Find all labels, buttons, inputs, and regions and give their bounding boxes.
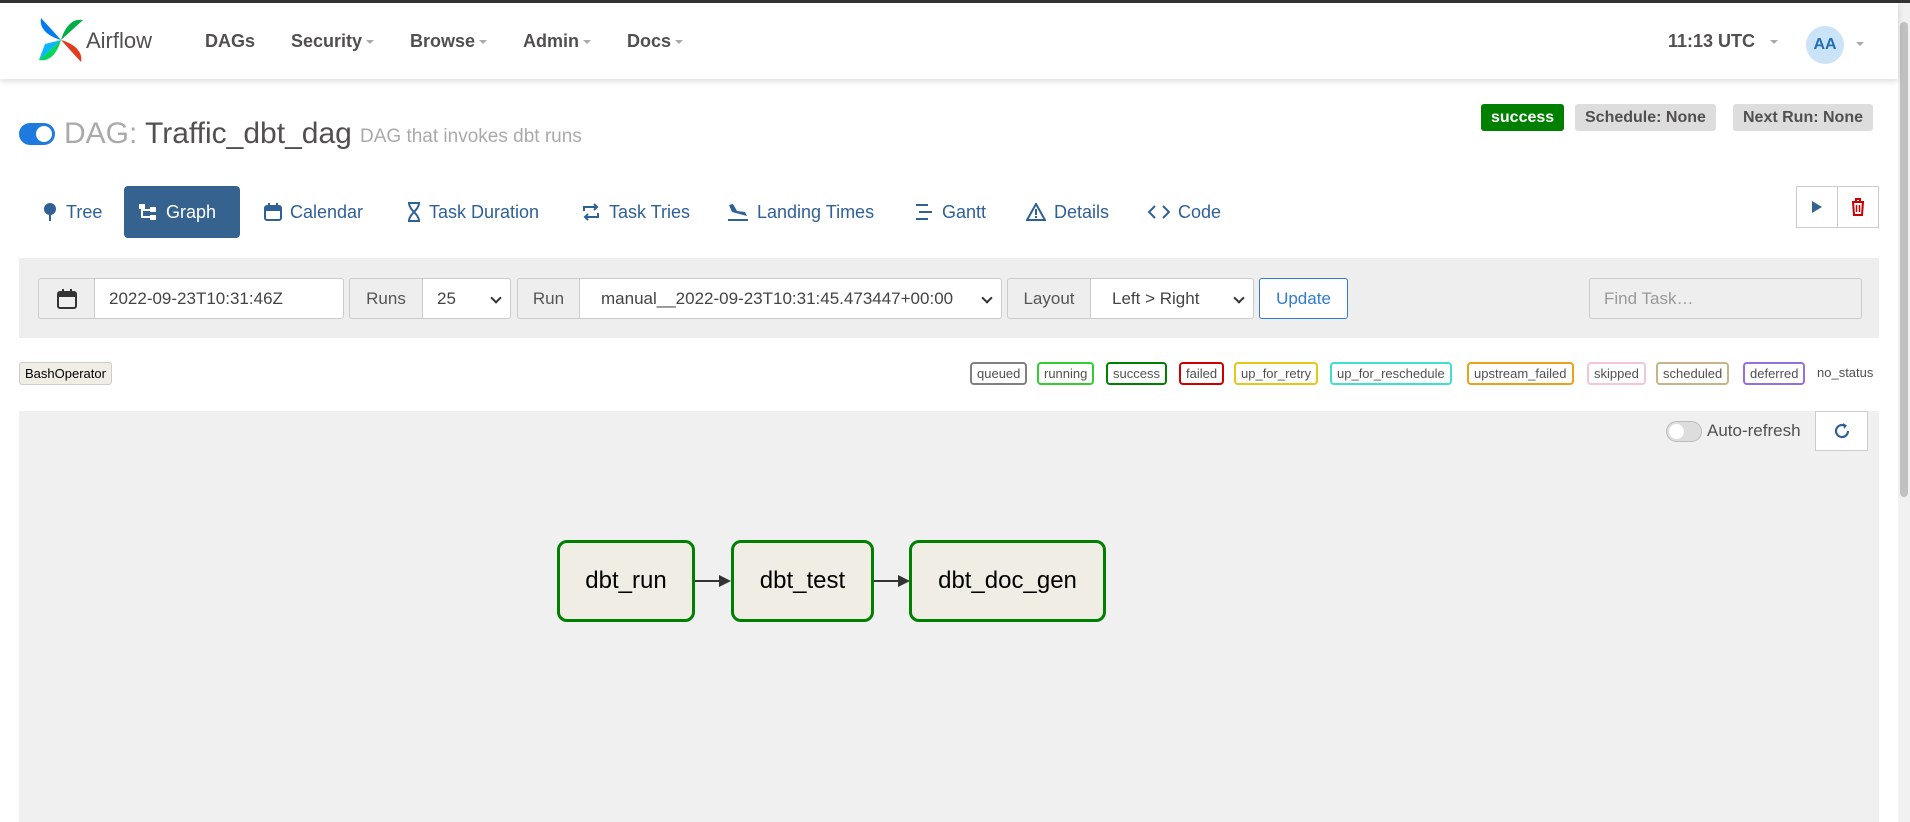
chevron-down-icon (1770, 40, 1779, 45)
navbar: Airflow DAGs Security Browse Admin Docs … (0, 3, 1898, 79)
tab-tree-label: Tree (66, 201, 103, 222)
dag-pause-toggle[interactable] (19, 123, 55, 145)
chevron-down-icon (490, 292, 502, 304)
state-legend-queued[interactable]: queued (970, 362, 1028, 385)
runs-label: Runs (349, 278, 423, 319)
tab-task-tries-label: Task Tries (609, 201, 691, 222)
tab-task-tries[interactable]: Task Tries (567, 186, 704, 238)
state-legend-no-status[interactable]: no_status (1817, 365, 1873, 380)
play-icon (1812, 201, 1822, 213)
nav-admin-label: Admin (523, 31, 579, 51)
tab-code-label: Code (1178, 201, 1222, 222)
chevron-down-icon (675, 40, 684, 45)
state-legend-running[interactable]: running (1037, 362, 1095, 385)
dag-description: DAG that invokes dbt runs (360, 126, 582, 147)
chevron-down-icon (981, 292, 993, 304)
layout-label: Layout (1007, 278, 1091, 319)
nav-admin[interactable]: Admin (523, 31, 591, 52)
tab-details[interactable]: Details (1012, 186, 1123, 238)
chevron-down-icon (366, 40, 375, 45)
tab-calendar[interactable]: Calendar (250, 186, 377, 238)
chevron-down-icon[interactable] (1856, 42, 1864, 46)
task-node-dbt-doc-gen[interactable]: dbt_doc_gen (909, 540, 1106, 622)
arrowhead-icon (719, 575, 731, 587)
run-label: Run (517, 278, 580, 319)
repeat-icon (583, 203, 599, 221)
base-date-picker-button[interactable] (38, 278, 95, 319)
plane-landing-icon (728, 204, 748, 221)
state-legend-upstream-failed[interactable]: upstream_failed (1467, 362, 1574, 385)
dag-status-badge[interactable]: success (1481, 104, 1565, 131)
airflow-pinwheel-logo[interactable] (37, 16, 85, 64)
calendar-icon (56, 288, 77, 309)
scrollbar-thumb[interactable] (1900, 22, 1908, 497)
nav-docs-label: Docs (627, 31, 672, 51)
chevron-down-icon (479, 40, 488, 45)
gantt-icon (916, 204, 932, 220)
nav-security[interactable]: Security (291, 31, 375, 52)
next-run-badge: Next Run: None (1733, 104, 1873, 131)
dag-title: Traffic_dbt_dag (145, 117, 352, 150)
brand-name[interactable]: Airflow (86, 28, 152, 54)
tab-details-label: Details (1054, 201, 1110, 222)
nav-security-label: Security (291, 31, 363, 51)
state-legend-up-for-retry[interactable]: up_for_retry (1234, 362, 1319, 385)
tab-code[interactable]: Code (1134, 186, 1235, 238)
tab-graph-label: Graph (166, 201, 217, 222)
tab-calendar-label: Calendar (290, 201, 364, 222)
trigger-dag-button[interactable] (1796, 186, 1838, 228)
schedule-badge: Schedule: None (1575, 104, 1716, 131)
runs-select[interactable]: 25 (422, 278, 511, 319)
trash-icon (1852, 198, 1864, 216)
layout-select-value: Left > Right (1112, 288, 1200, 308)
state-legend-success[interactable]: success (1106, 362, 1167, 385)
dag-prefix: DAG: (64, 117, 138, 150)
refresh-button[interactable] (1815, 411, 1868, 451)
auto-refresh-toggle[interactable] (1666, 421, 1702, 442)
base-date-input[interactable]: 2022-09-23T10:31:46Z (94, 278, 344, 319)
tree-icon (44, 203, 56, 221)
refresh-icon (1834, 423, 1849, 439)
edge-dbt-run-to-dbt-test (695, 580, 721, 582)
tab-gantt-label: Gantt (942, 201, 987, 222)
nav-browse[interactable]: Browse (410, 31, 488, 52)
code-icon (1148, 205, 1170, 219)
state-legend-deferred[interactable]: deferred (1743, 362, 1806, 385)
state-legend-skipped[interactable]: skipped (1587, 362, 1646, 385)
nav-docs[interactable]: Docs (627, 31, 684, 52)
run-select-value: manual__2022-09-23T10:31:45.473447+00:00 (601, 288, 954, 308)
edge-dbt-test-to-dbt-doc-gen (874, 580, 900, 582)
state-legend-failed[interactable]: failed (1179, 362, 1225, 385)
find-task-input[interactable]: Find Task… (1589, 278, 1862, 319)
runs-select-value: 25 (437, 288, 456, 308)
hourglass-icon (408, 202, 420, 222)
tab-gantt[interactable]: Gantt (900, 186, 1000, 238)
delete-dag-button[interactable] (1837, 186, 1879, 228)
utc-clock-dropdown[interactable]: 11:13 UTC (1668, 31, 1779, 52)
task-node-dbt-run[interactable]: dbt_run (557, 540, 695, 622)
tab-graph[interactable]: Graph (124, 186, 240, 238)
chevron-down-icon (1233, 292, 1245, 304)
nav-browse-label: Browse (410, 31, 476, 51)
tab-task-duration[interactable]: Task Duration (393, 186, 553, 238)
tab-tree[interactable]: Tree (28, 186, 116, 238)
state-legend-up-for-reschedule[interactable]: up_for_reschedule (1330, 362, 1452, 385)
nav-dags[interactable]: DAGs (205, 31, 255, 52)
layout-select[interactable]: Left > Right (1090, 278, 1254, 319)
chevron-down-icon (583, 40, 591, 45)
operator-legend-bashoperator[interactable]: BashOperator (19, 362, 112, 385)
tab-landing-times[interactable]: Landing Times (713, 186, 888, 238)
graph-icon (139, 204, 156, 220)
user-avatar[interactable]: AA (1806, 26, 1844, 64)
tab-task-duration-label: Task Duration (429, 201, 540, 222)
warning-triangle-icon (1026, 203, 1046, 221)
run-select[interactable]: manual__2022-09-23T10:31:45.473447+00:00 (579, 278, 1002, 319)
state-legend-scheduled[interactable]: scheduled (1656, 362, 1730, 385)
auto-refresh-label: Auto-refresh (1707, 421, 1801, 440)
task-node-dbt-test[interactable]: dbt_test (731, 540, 874, 622)
clock-label: 11:13 UTC (1668, 31, 1756, 51)
calendar-icon (264, 203, 282, 221)
tab-landing-times-label: Landing Times (757, 201, 875, 222)
update-button[interactable]: Update (1259, 278, 1348, 319)
